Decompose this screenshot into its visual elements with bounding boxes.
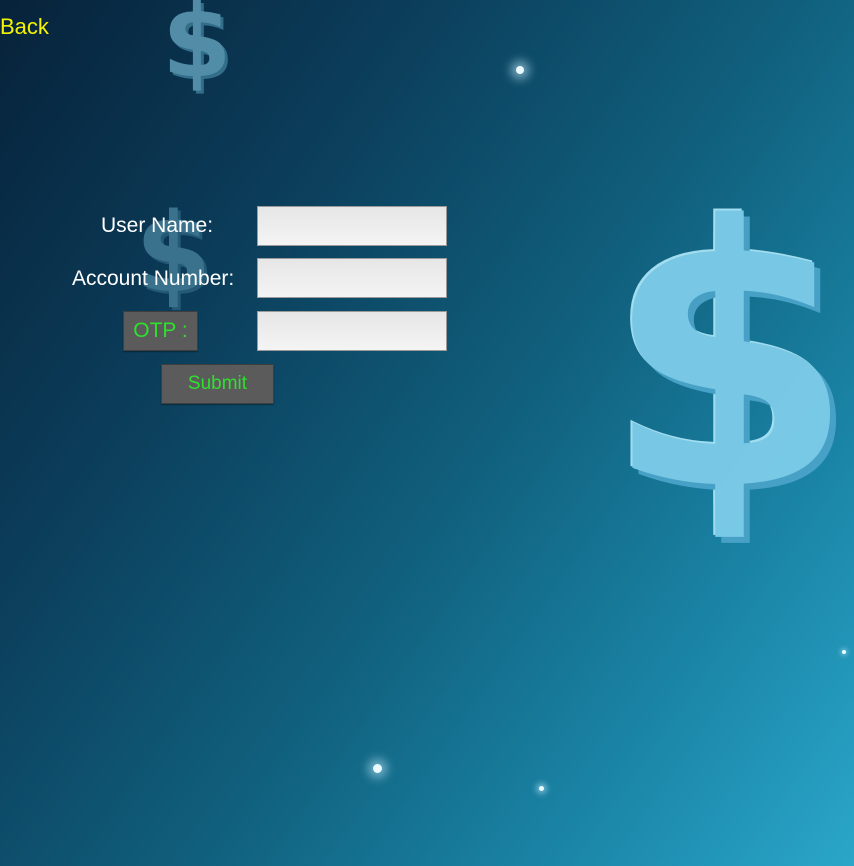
otp-button[interactable]: OTP : <box>123 311 198 351</box>
back-link[interactable]: Back <box>0 14 49 40</box>
account-number-input[interactable] <box>257 258 447 298</box>
user-name-input[interactable] <box>257 206 447 246</box>
account-number-label: Account Number: <box>72 267 235 290</box>
sparkle-icon <box>842 650 846 654</box>
user-name-label: User Name: <box>101 214 214 237</box>
sparkle-icon <box>373 764 382 773</box>
otp-input[interactable] <box>257 311 447 351</box>
dollar-sign-icon: $ <box>162 0 232 100</box>
submit-button[interactable]: Submit <box>161 364 274 404</box>
dollar-sign-icon: $ <box>604 150 854 569</box>
sparkle-icon <box>516 66 524 74</box>
sparkle-icon <box>539 786 544 791</box>
